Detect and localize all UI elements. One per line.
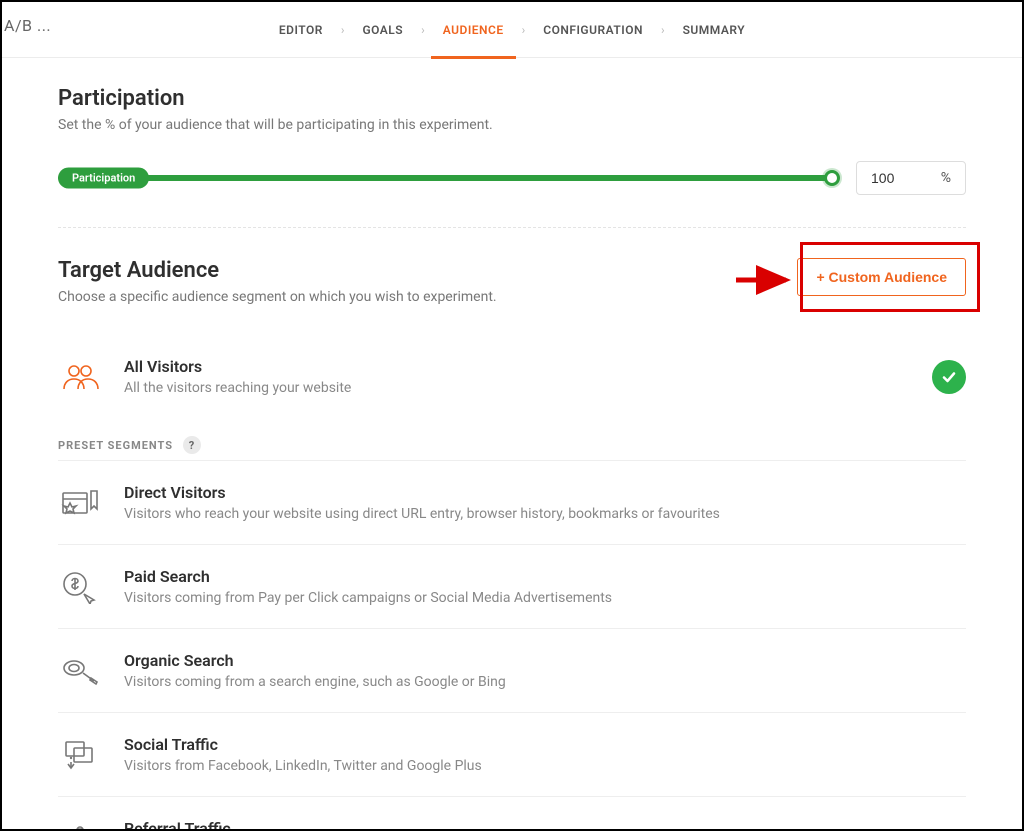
participation-subtitle: Set the % of your audience that will be … [58, 117, 966, 133]
participation-slider[interactable]: Participation [58, 166, 832, 190]
all-visitors-desc: All the visitors reaching your website [124, 380, 910, 396]
target-audience-subtitle: Choose a specific audience segment on wh… [58, 289, 497, 305]
all-visitors-title: All Visitors [124, 357, 910, 376]
segment-organic-search[interactable]: Organic Search Visitors coming from a se… [58, 628, 966, 712]
chevron-right-icon: › [337, 23, 349, 37]
chevron-right-icon: › [518, 23, 530, 37]
paid-click-icon [58, 570, 102, 604]
segment-desc: Visitors who reach your website using di… [124, 506, 966, 522]
segment-title: Social Traffic [124, 735, 966, 754]
target-audience-title: Target Audience [58, 258, 497, 283]
segment-referral-traffic[interactable]: Referral Traffic Visitors from ads, butt… [58, 796, 966, 831]
tab-audience[interactable]: AUDIENCE [437, 2, 510, 58]
tab-summary[interactable]: SUMMARY [677, 2, 752, 58]
magnifier-icon [58, 656, 102, 686]
tab-configuration[interactable]: CONFIGURATION [537, 2, 649, 58]
social-share-icon [58, 738, 102, 772]
participation-title: Participation [58, 86, 966, 111]
slider-track [58, 175, 832, 181]
segment-title: Referral Traffic [124, 819, 966, 831]
tab-editor[interactable]: EDITOR [273, 2, 329, 58]
percent-unit: % [941, 170, 951, 186]
preset-segments-label: PRESET SEGMENTS [58, 439, 173, 452]
segment-desc: Visitors coming from a search engine, su… [124, 674, 966, 690]
page-title: A/B ... [0, 16, 51, 35]
segment-title: Organic Search [124, 651, 966, 670]
step-tabs: EDITOR › GOALS › AUDIENCE › CONFIGURATIO… [2, 2, 1022, 58]
selected-check-icon [932, 360, 966, 394]
segment-direct-visitors[interactable]: Direct Visitors Visitors who reach your … [58, 460, 966, 544]
help-icon[interactable]: ? [183, 436, 201, 454]
segment-desc: Visitors from Facebook, LinkedIn, Twitte… [124, 758, 966, 774]
custom-audience-button[interactable]: + Custom Audience [797, 258, 966, 296]
participation-badge: Participation [58, 168, 149, 189]
people-icon [58, 361, 102, 393]
referral-people-icon [58, 822, 102, 831]
participation-percent-field[interactable]: % [856, 161, 966, 195]
segment-title: Direct Visitors [124, 483, 966, 502]
segment-paid-search[interactable]: Paid Search Visitors coming from Pay per… [58, 544, 966, 628]
chevron-right-icon: › [417, 23, 429, 37]
bookmark-browser-icon [58, 487, 102, 519]
preset-segments-header: PRESET SEGMENTS ? [58, 436, 966, 454]
annotation-arrow-icon [734, 262, 794, 298]
slider-thumb[interactable] [824, 170, 840, 186]
audience-all-visitors[interactable]: All Visitors All the visitors reaching y… [58, 335, 966, 418]
segment-title: Paid Search [124, 567, 966, 586]
segment-social-traffic[interactable]: Social Traffic Visitors from Facebook, L… [58, 712, 966, 796]
tab-goals[interactable]: GOALS [356, 2, 409, 58]
chevron-right-icon: › [657, 23, 669, 37]
segment-desc: Visitors coming from Pay per Click campa… [124, 590, 966, 606]
participation-percent-input[interactable] [871, 170, 915, 186]
